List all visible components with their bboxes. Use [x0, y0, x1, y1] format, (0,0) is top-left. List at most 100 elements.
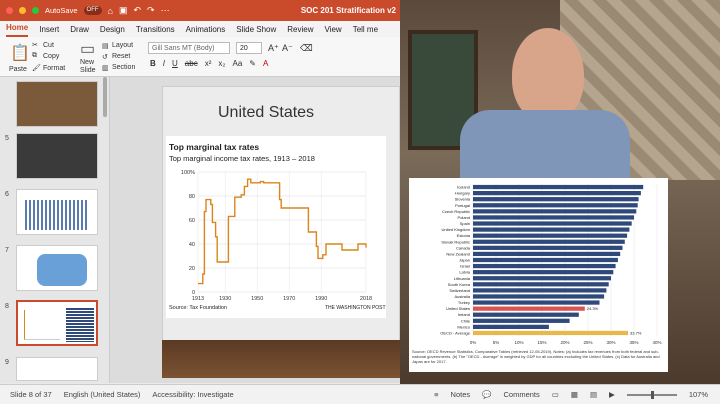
close-window-button[interactable] — [6, 7, 13, 14]
notes-button[interactable]: Notes — [451, 390, 471, 399]
undo-icon[interactable]: ↶ — [133, 5, 141, 16]
slide-thumbnail-8[interactable] — [16, 300, 98, 346]
category-label: Slovenia — [455, 197, 471, 202]
sorter-view-icon[interactable]: ▦ — [571, 390, 578, 399]
thumbnail-scrollbar[interactable] — [103, 77, 107, 117]
document-title: SOC 201 Stratification v2 — [300, 6, 396, 15]
slide-thumbnail-5[interactable] — [16, 133, 98, 179]
webcam-overlay-bottom — [162, 340, 400, 378]
shrink-font-icon[interactable]: A⁻ — [282, 43, 293, 54]
category-label: Spain — [460, 221, 470, 226]
comments-icon[interactable]: 💬 — [482, 390, 491, 399]
slide-number: 9 — [5, 359, 9, 366]
cut-button[interactable]: Cut — [43, 42, 54, 49]
change-case-icon[interactable]: Aa — [232, 59, 242, 68]
y-tick-label: 60 — [189, 218, 195, 224]
highlight-icon[interactable]: ✎ — [249, 59, 256, 68]
grow-font-icon[interactable]: A⁺ — [268, 43, 279, 54]
category-label: Chile — [461, 318, 471, 323]
bar — [473, 221, 632, 226]
chart-subtitle: Top marginal income tax rates, 1913 – 20… — [169, 154, 315, 163]
bar — [473, 239, 625, 244]
tab-animations[interactable]: Animations — [186, 25, 226, 37]
zoom-slider[interactable] — [626, 390, 677, 399]
copy-icon[interactable]: ⧉ — [32, 52, 37, 60]
bar — [473, 190, 641, 196]
zoom-level[interactable]: 107% — [689, 390, 708, 399]
category-label: Lithuania — [454, 276, 471, 281]
home-icon[interactable]: ⌂ — [108, 6, 113, 16]
new-slide-button[interactable]: New Slide — [80, 59, 96, 75]
cut-icon[interactable]: ✂ — [32, 41, 38, 49]
reset-icon[interactable]: ↺ — [102, 53, 108, 61]
x-tick-label: 1950 — [251, 296, 263, 302]
bar — [473, 209, 637, 214]
reset-button[interactable]: Reset — [112, 53, 130, 60]
presenter-head-image — [512, 28, 584, 122]
font-size-select[interactable]: 20 — [236, 42, 262, 54]
bar — [473, 330, 629, 336]
paste-icon[interactable]: 📋 — [10, 43, 30, 63]
comments-button[interactable]: Comments — [503, 390, 539, 399]
category-label: Latvia — [459, 270, 470, 275]
category-label: South Korea — [448, 282, 471, 287]
bar — [473, 227, 630, 232]
category-label: Australia — [454, 294, 470, 299]
tab-slide-show[interactable]: Slide Show — [236, 25, 276, 37]
slide-thumbnail-9[interactable] — [16, 357, 98, 381]
tab-design[interactable]: Design — [100, 25, 125, 37]
tab-insert[interactable]: Insert — [39, 25, 59, 37]
font-name-select[interactable]: Gill Sans MT (Body) — [148, 42, 230, 54]
notes-icon[interactable]: ≡ — [434, 390, 438, 399]
autosave-toggle[interactable]: OFF — [83, 6, 102, 15]
section-icon[interactable]: ▥ — [102, 64, 109, 72]
bar — [473, 197, 639, 202]
reading-view-icon[interactable]: ▤ — [590, 390, 597, 399]
slide-title[interactable]: United States — [218, 104, 314, 122]
x-tick-label: 0% — [470, 340, 477, 345]
layout-icon[interactable]: ▤ — [102, 42, 109, 50]
bar — [473, 300, 600, 305]
category-label: OECD - Average — [440, 330, 470, 335]
chart-source: Source: Tax Foundation — [169, 305, 227, 311]
chart-title: Top marginal tax rates — [169, 142, 260, 152]
layout-button[interactable]: Layout — [112, 42, 133, 49]
maximize-window-button[interactable] — [32, 7, 39, 14]
format-painter-icon[interactable]: 🖌 — [32, 64, 41, 72]
format-painter-button[interactable]: Format — [43, 65, 65, 72]
slide-thumbnail-4[interactable] — [16, 81, 98, 127]
tab-transitions[interactable]: Transitions — [136, 25, 175, 37]
x-tick-label: 1970 — [283, 296, 295, 302]
paste-button[interactable]: Paste — [9, 66, 27, 73]
underline-icon[interactable]: U — [172, 59, 178, 68]
italic-icon[interactable]: I — [163, 59, 165, 68]
copy-button[interactable]: Copy — [43, 53, 59, 60]
save-icon[interactable]: ▣ — [119, 5, 128, 16]
x-tick-label: 10% — [514, 340, 523, 345]
y-tick-label: 80 — [189, 194, 195, 200]
tab-draw[interactable]: Draw — [70, 25, 89, 37]
superscript-icon[interactable]: x² — [205, 59, 212, 68]
font-color-icon[interactable]: A — [263, 59, 268, 68]
strikethrough-icon[interactable]: abc — [185, 59, 198, 68]
tab-view[interactable]: View — [325, 25, 342, 37]
clear-format-icon[interactable]: ⌫ — [300, 43, 313, 54]
section-button[interactable]: Section — [112, 64, 135, 71]
redo-icon[interactable]: ↷ — [147, 5, 155, 16]
x-tick-label: 5% — [493, 340, 500, 345]
data-label: 24.3% — [587, 306, 599, 311]
tab-tell-me[interactable]: Tell me — [353, 25, 378, 37]
normal-view-icon[interactable]: ▭ — [552, 390, 559, 399]
bold-icon[interactable]: B — [150, 59, 156, 68]
tab-home[interactable]: Home — [6, 23, 29, 37]
slide-thumbnail-6[interactable] — [16, 189, 98, 235]
slide-thumbnail-7[interactable] — [16, 245, 98, 291]
accessibility-status[interactable]: Accessibility: Investigate — [152, 390, 233, 399]
more-icon[interactable]: ⋯ — [161, 5, 170, 16]
subscript-icon[interactable]: x₂ — [218, 59, 225, 68]
tab-review[interactable]: Review — [287, 25, 313, 37]
slideshow-view-icon[interactable]: ▶ — [609, 390, 615, 399]
new-slide-icon[interactable]: ▭ — [80, 39, 95, 59]
minimize-window-button[interactable] — [19, 7, 26, 14]
language-status[interactable]: English (United States) — [64, 390, 141, 399]
